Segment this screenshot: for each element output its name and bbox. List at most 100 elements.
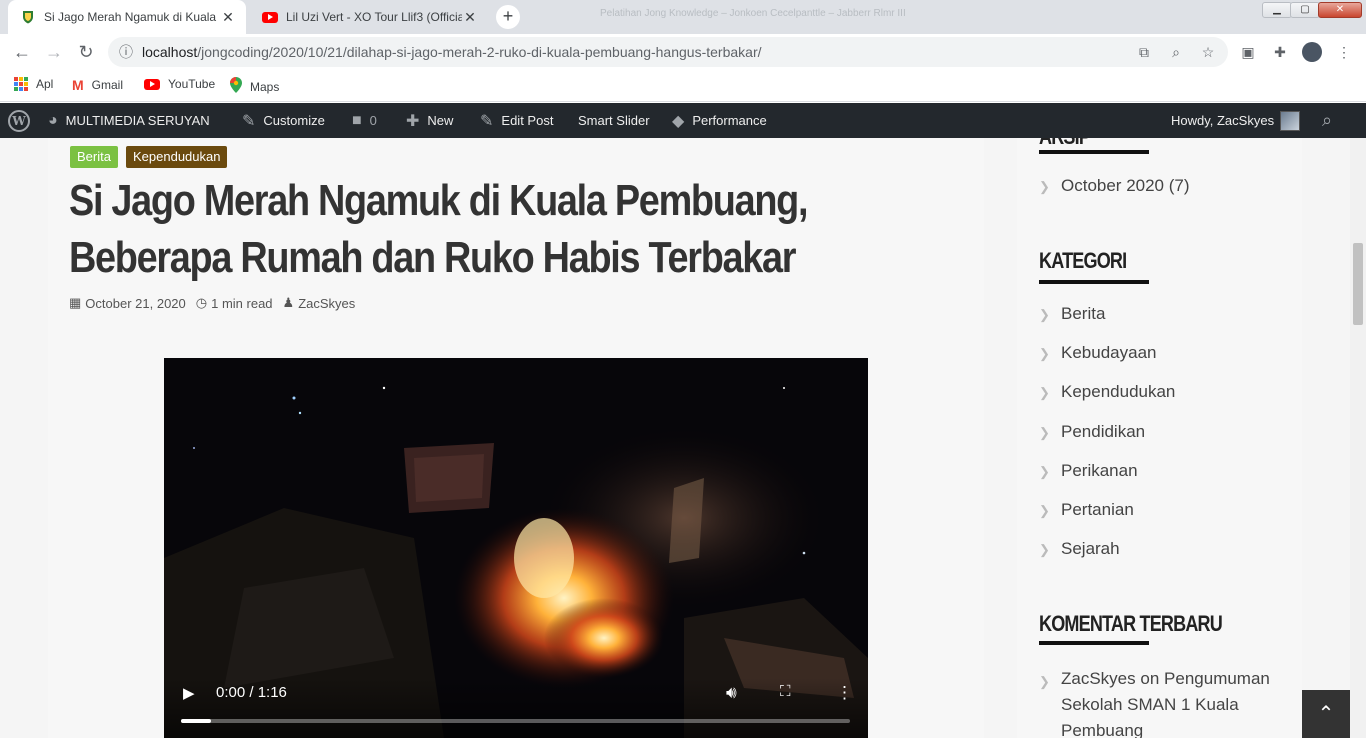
- youtube-icon: [262, 9, 278, 25]
- admin-customize[interactable]: ✎ Customize: [242, 103, 325, 138]
- post-author[interactable]: ♟ ZacSkyes: [283, 295, 356, 311]
- tab-close-icon[interactable]: ✕: [462, 9, 478, 25]
- sidebar-category-item[interactable]: ❯ Kebudayaan: [1039, 343, 1156, 363]
- bookmark-star-icon[interactable]: ☆: [1198, 42, 1218, 62]
- video-more-icon[interactable]: ⋮: [836, 683, 853, 703]
- back-to-top-button[interactable]: ⌃: [1302, 690, 1350, 738]
- gmail-icon: M: [72, 77, 84, 93]
- tab-close-icon[interactable]: ✕: [220, 9, 236, 25]
- sidebar-category-label: Pertanian: [1061, 500, 1134, 519]
- plus-icon: ✚: [406, 112, 420, 130]
- address-bar[interactable]: ⓘ localhost/jongcoding/2020/10/21/dilaha…: [108, 37, 1228, 67]
- video-progress-bar[interactable]: [181, 719, 850, 723]
- user-icon: ♟: [282, 295, 295, 310]
- reload-icon[interactable]: ↻: [74, 40, 98, 64]
- window-close-button[interactable]: ✕: [1318, 2, 1362, 18]
- bookmark-label: Apl: [36, 77, 54, 91]
- admin-performance[interactable]: ◆ Performance: [672, 103, 767, 138]
- sidebar-category-item[interactable]: ❯ Perikanan: [1039, 461, 1138, 481]
- bookmark-gmail[interactable]: M Gmail: [72, 77, 123, 93]
- profile-avatar[interactable]: [1302, 42, 1322, 62]
- tab-title: Si Jago Merah Ngamuk di Kuala Pembuang: [44, 10, 220, 24]
- admin-search-icon[interactable]: ⌕: [1322, 103, 1332, 138]
- chevron-right-icon: ❯: [1039, 463, 1050, 479]
- tab-title: Lil Uzi Vert - XO Tour Llif3 (Official: [286, 10, 462, 24]
- chevron-right-icon: ❯: [1039, 179, 1050, 194]
- admin-site-name[interactable]: ◕ MULTIMEDIA SERUYAN: [48, 103, 210, 138]
- recent-comment[interactable]: ❯ ZacSkyes on Pengumuman Sekolah SMAN 1 …: [1039, 666, 1299, 738]
- page-content: Berita Kependudukan Si Jago Merah Ngamuk…: [0, 138, 1350, 738]
- wp-admin-bar: W ◕ MULTIMEDIA SERUYAN ✎ Customize ■ 0 ✚…: [0, 103, 1366, 138]
- admin-account[interactable]: Howdy, ZacSkyes: [1171, 103, 1301, 138]
- comment-author[interactable]: ZacSkyes: [1061, 669, 1136, 688]
- sidebar-category-label: Pendidikan: [1061, 421, 1146, 441]
- sidebar-category-item[interactable]: ❯ Kependudukan: [1039, 382, 1175, 402]
- wordpress-logo-icon[interactable]: W: [8, 103, 30, 138]
- tab-active[interactable]: Si Jago Merah Ngamuk di Kuala Pembuang ✕: [8, 0, 246, 34]
- tab-youtube[interactable]: Lil Uzi Vert - XO Tour Llif3 (Official ✕: [250, 0, 488, 34]
- brush-icon: ✎: [242, 112, 256, 130]
- admin-new[interactable]: ✚ New: [406, 103, 453, 138]
- sidebar-category-item[interactable]: ❯ Pendidikan: [1039, 422, 1145, 442]
- sidebar-category-item[interactable]: ❯ Berita: [1039, 304, 1105, 324]
- maximize-button[interactable]: ▢: [1290, 2, 1320, 18]
- comment-bubble-icon: ■: [352, 111, 362, 129]
- bookmark-maps[interactable]: Maps: [230, 77, 279, 96]
- forward-icon[interactable]: →: [42, 40, 66, 64]
- archive-item[interactable]: ❯ October 2020 (7): [1039, 176, 1190, 196]
- sidebar-category-item[interactable]: ❯ Pertanian: [1039, 500, 1134, 520]
- admin-edit-post[interactable]: ✎ Edit Post: [480, 103, 553, 138]
- zoom-icon[interactable]: ⌕: [1166, 42, 1186, 62]
- comments-widget-title: KOMENTAR TERBARU: [1039, 611, 1223, 636]
- bookmarks-bar: Apl M Gmail YouTube Maps: [0, 70, 1366, 102]
- back-icon[interactable]: ←: [10, 40, 34, 64]
- sidebar-category-label: Berita: [1061, 304, 1106, 323]
- browser-toolbar: ← → ↻ ⓘ localhost/jongcoding/2020/10/21/…: [0, 34, 1366, 70]
- smart-slider-label: Smart Slider: [578, 113, 650, 128]
- chevron-right-icon: ❯: [1039, 503, 1050, 518]
- chevron-right-icon: ❯: [1039, 307, 1050, 322]
- comment-on: on: [1140, 669, 1160, 688]
- chevron-right-icon: ❯: [1039, 424, 1050, 440]
- play-icon[interactable]: ▶: [183, 684, 195, 702]
- comments-title-rule: [1039, 641, 1149, 645]
- sidebar: ARSIP ❯ October 2020 (7) KATEGORI ❯ Berit…: [1017, 138, 1302, 738]
- performance-cube-icon: ◆: [672, 112, 685, 130]
- howdy-label: Howdy, ZacSkyes: [1171, 113, 1275, 128]
- category-badge-kependudukan[interactable]: Kependudukan: [126, 146, 228, 168]
- extension-chat-icon[interactable]: ▣: [1238, 42, 1258, 62]
- chevron-right-icon: ❯: [1039, 674, 1050, 689]
- extensions-puzzle-icon[interactable]: ✚: [1270, 42, 1290, 62]
- url-text[interactable]: localhost/jongcoding/2020/10/21/dilahap-…: [142, 44, 762, 60]
- pencil-icon: ✎: [480, 112, 494, 130]
- chevron-right-icon: ❯: [1039, 346, 1050, 362]
- volume-icon[interactable]: 🔊︎: [726, 683, 737, 703]
- info-icon[interactable]: ⓘ: [116, 42, 136, 62]
- category-badge-berita[interactable]: Berita: [70, 146, 118, 168]
- customize-label: Customize: [263, 113, 325, 128]
- dashboard-gauge-icon: ◕: [48, 111, 58, 129]
- translate-icon[interactable]: ⧉: [1134, 42, 1154, 62]
- post-read-time: ◷ 1 min read: [195, 295, 273, 311]
- admin-smart-slider[interactable]: Smart Slider: [578, 103, 650, 138]
- minimize-button[interactable]: ▁: [1262, 2, 1292, 18]
- page-scrollbar[interactable]: [1350, 138, 1366, 738]
- archive-title-rule: [1039, 150, 1149, 154]
- bookmark-youtube[interactable]: YouTube: [144, 77, 215, 91]
- menu-kebab-icon[interactable]: ⋮: [1334, 42, 1354, 62]
- admin-comments[interactable]: ■ 0: [352, 103, 377, 138]
- sidebar-category-label: Kebudayaan: [1061, 343, 1157, 363]
- bookmark-apps[interactable]: Apl: [14, 77, 53, 91]
- new-tab-button[interactable]: +: [496, 5, 520, 29]
- sidebar-category-item[interactable]: ❯ Sejarah: [1039, 539, 1120, 559]
- youtube-icon: [144, 78, 160, 90]
- site-name-label: MULTIMEDIA SERUYAN: [65, 113, 210, 128]
- scroll-thumb[interactable]: [1353, 243, 1363, 325]
- maps-pin-icon: [230, 77, 242, 96]
- site-favicon-icon: [20, 9, 36, 25]
- performance-label: Performance: [692, 113, 767, 128]
- video-player[interactable]: ▶ 0:00 / 1:16 🔊︎ ⛶ ⋮: [164, 358, 868, 738]
- fullscreen-icon[interactable]: ⛶: [780, 683, 791, 700]
- chevron-up-icon: ⌃: [1317, 703, 1335, 725]
- category-widget-title: KATEGORI: [1039, 248, 1127, 273]
